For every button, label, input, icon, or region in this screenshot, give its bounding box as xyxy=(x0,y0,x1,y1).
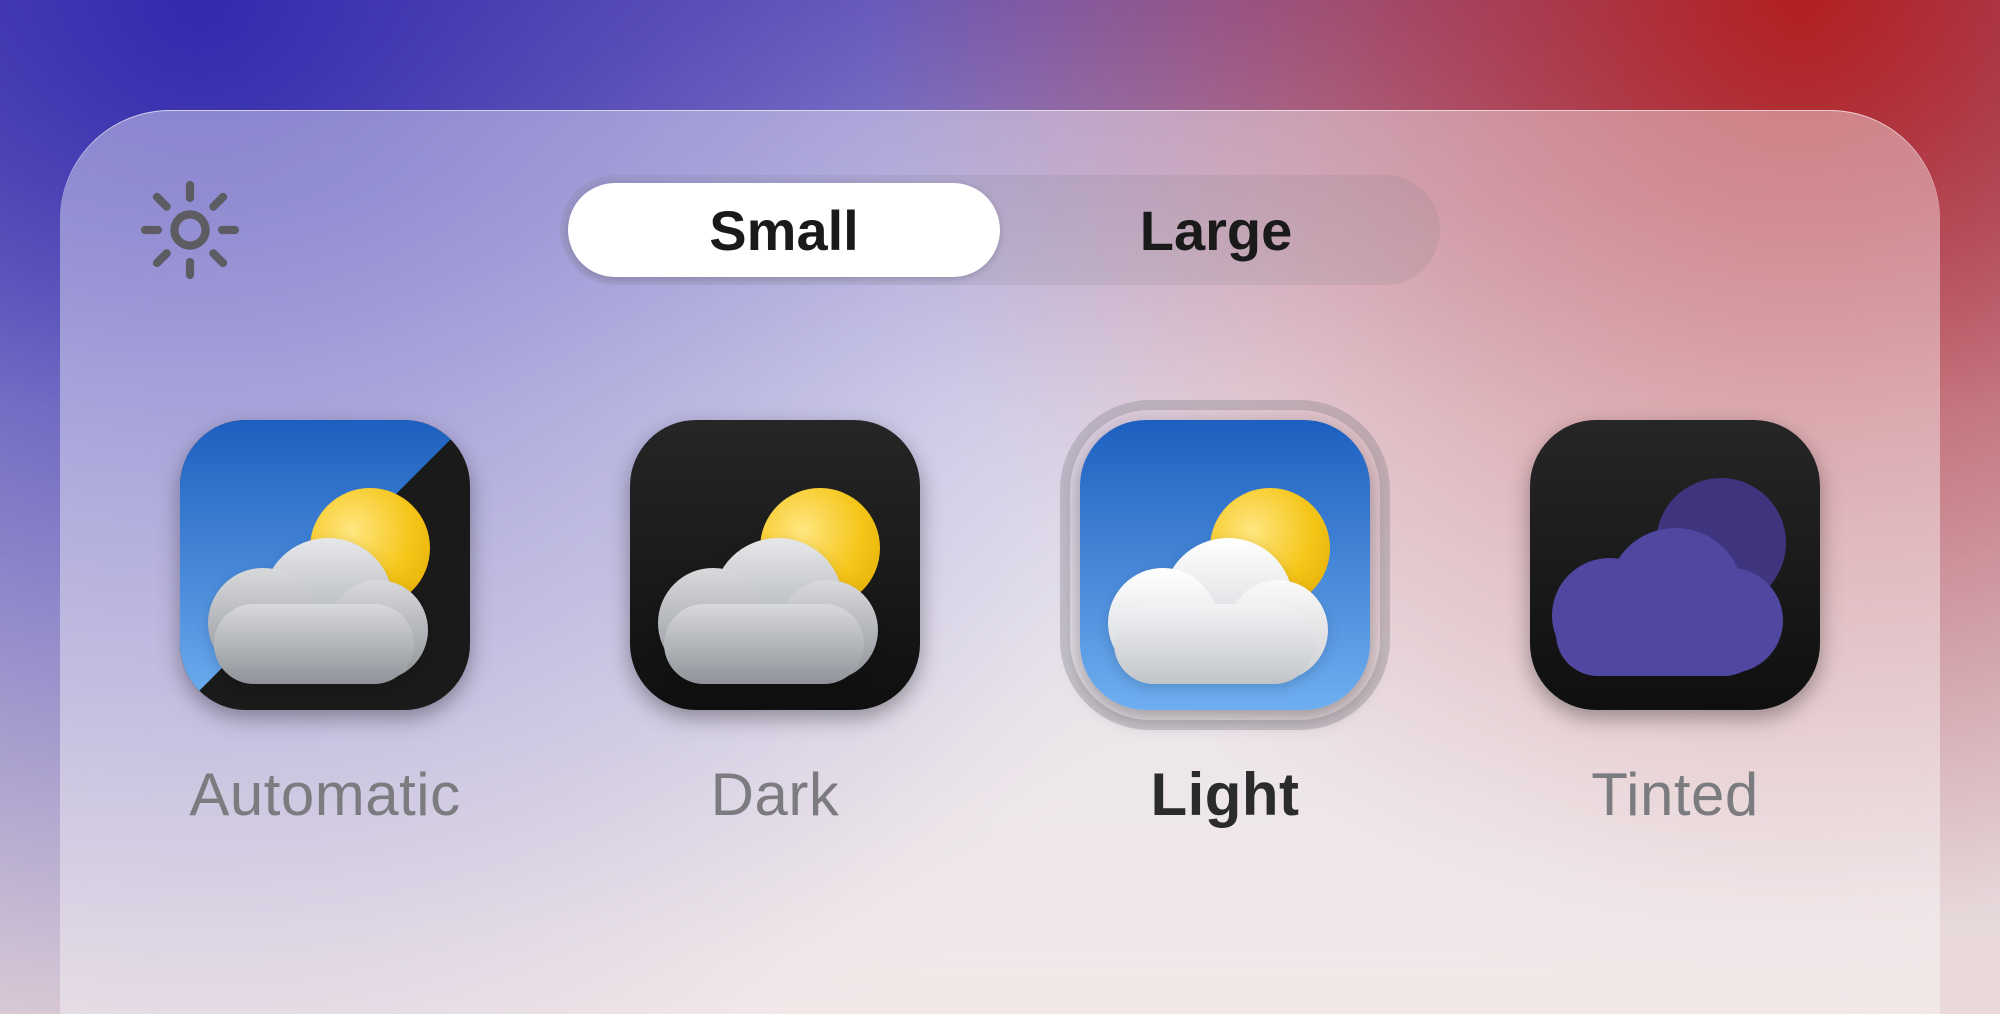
segment-small[interactable]: Small xyxy=(568,183,1000,277)
appearance-label: Light xyxy=(1150,760,1299,829)
weather-icon-automatic xyxy=(180,420,470,710)
brightness-button[interactable] xyxy=(130,170,250,290)
cloud-icon xyxy=(1108,538,1308,658)
appearance-option-automatic[interactable]: Automatic xyxy=(145,410,505,829)
brightness-icon xyxy=(135,175,245,285)
appearance-icon-wrap xyxy=(1070,410,1380,720)
appearance-option-tinted[interactable]: Tinted xyxy=(1495,410,1855,829)
appearance-icon-wrap xyxy=(170,410,480,720)
appearance-label: Automatic xyxy=(189,760,460,829)
cloud-icon xyxy=(1552,528,1762,658)
customize-panel: Small Large Automatic xyxy=(60,110,1940,1014)
weather-icon-dark xyxy=(630,420,920,710)
appearance-options: Automatic Dark xyxy=(60,410,1940,829)
cloud-icon xyxy=(208,538,408,658)
size-segmented-control[interactable]: Small Large xyxy=(560,175,1440,285)
appearance-icon-wrap xyxy=(620,410,930,720)
weather-icon-tinted xyxy=(1530,420,1820,710)
weather-icon-light xyxy=(1080,420,1370,710)
appearance-label: Dark xyxy=(711,760,840,829)
cloud-icon xyxy=(658,538,858,658)
panel-topbar: Small Large xyxy=(60,160,1940,300)
appearance-label: Tinted xyxy=(1591,760,1759,829)
appearance-icon-wrap xyxy=(1520,410,1830,720)
segment-large[interactable]: Large xyxy=(1000,183,1432,277)
appearance-option-dark[interactable]: Dark xyxy=(595,410,955,829)
appearance-option-light[interactable]: Light xyxy=(1045,410,1405,829)
